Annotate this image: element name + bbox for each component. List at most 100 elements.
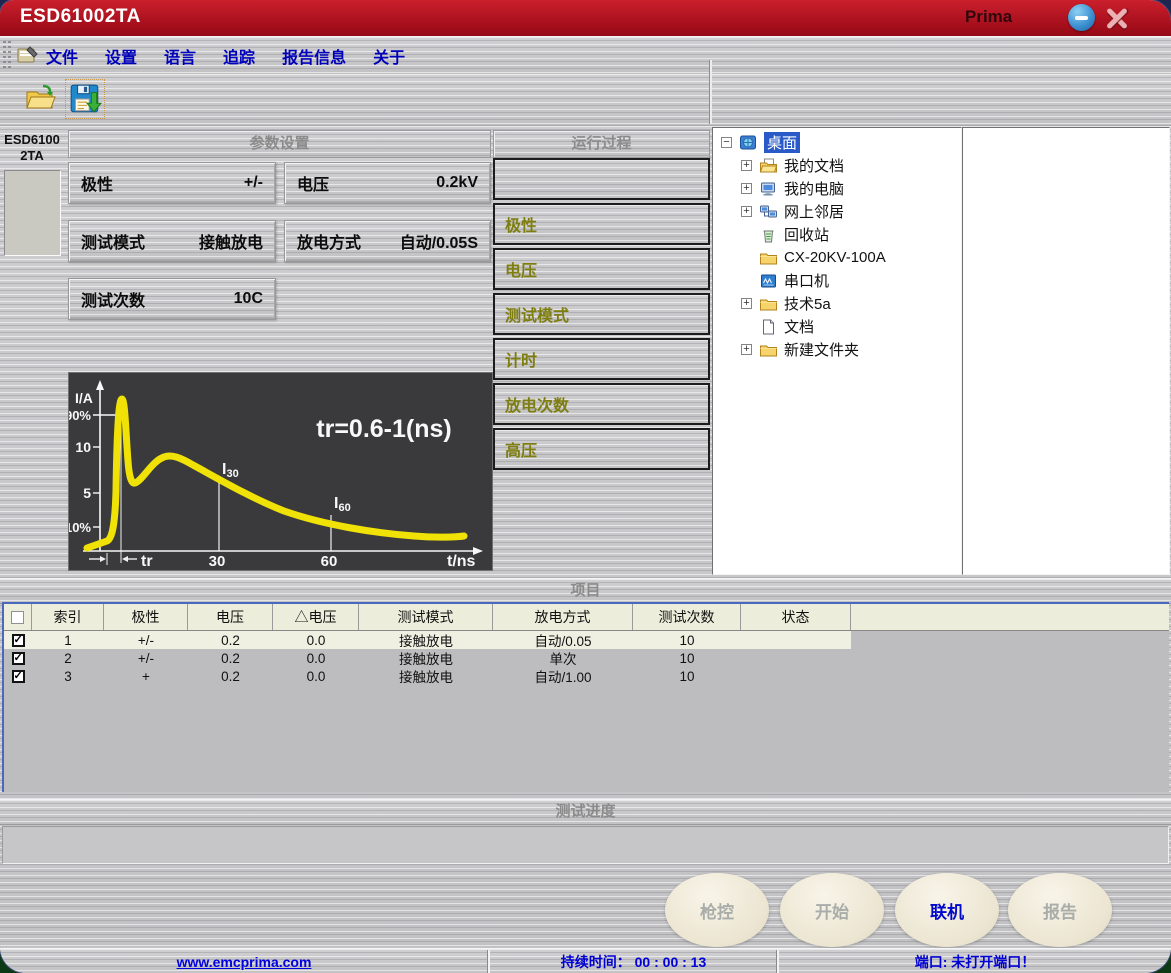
process-label: 测试模式	[505, 302, 569, 326]
process-panel-title: 运行过程	[493, 130, 710, 158]
xtick-30: 30	[209, 553, 226, 570]
save-file-button[interactable]	[66, 80, 104, 118]
status-port: 端口: 未打开端口！	[779, 949, 1171, 973]
process-box-1: 极性	[493, 203, 710, 245]
param-value: 0.2kV	[436, 174, 478, 192]
column-header-3: △电压	[273, 604, 359, 630]
items-section-title: 项目	[0, 578, 1171, 604]
table-body: ✓1+/-0.20.0接触放电自动/0.0510✓2+/-0.20.0接触放电单…	[4, 631, 1169, 685]
param-value: 接触放电	[199, 229, 263, 253]
app-window: ESD61002TA Prima 文件设置语言追踪报告信息关于	[0, 0, 1171, 973]
minimize-button[interactable]	[1068, 4, 1095, 31]
param-box-4[interactable]: 测试次数10C	[68, 278, 276, 320]
tree-item-8[interactable]: 文档	[713, 315, 961, 338]
table-cell: 接触放电	[359, 667, 493, 685]
table-row[interactable]: ✓1+/-0.20.0接触放电自动/0.0510	[4, 631, 1169, 649]
table-row[interactable]: ✓2+/-0.20.0接触放电单次10	[4, 649, 1169, 667]
column-header-4: 测试模式	[359, 604, 493, 630]
table-cell: 接触放电	[359, 631, 493, 649]
tree-item-label: 我的文档	[784, 155, 844, 176]
table-cell: 0.2	[188, 667, 273, 685]
tree-item-3[interactable]: +网上邻居	[713, 200, 961, 223]
tree-expander[interactable]: +	[741, 344, 752, 355]
table-cell: 0.2	[188, 631, 273, 649]
tree-item-0[interactable]: − 桌面	[713, 131, 961, 154]
table-cell: 10	[633, 667, 741, 685]
file-list-panel[interactable]	[962, 127, 1170, 575]
xtick-tr: tr	[141, 553, 153, 570]
table-row[interactable]: ✓3+0.20.0接触放电自动/1.0010	[4, 667, 1169, 685]
close-button[interactable]	[1102, 3, 1132, 33]
tree-item-2[interactable]: +我的电脑	[713, 177, 961, 200]
table-cell: 0.0	[273, 649, 359, 667]
action-button-row: 枪控开始联机报告	[0, 864, 1171, 948]
toolbar-grip[interactable]	[3, 41, 6, 70]
param-value: +/-	[244, 174, 263, 192]
param-box-2[interactable]: 测试模式 接触放电	[68, 220, 276, 262]
tree-item-4[interactable]: 回收站	[713, 223, 961, 246]
website-link[interactable]: www.emcprima.com	[177, 954, 312, 970]
param-value: 自动/0.05S	[400, 229, 478, 253]
row-checkbox[interactable]: ✓	[12, 634, 25, 647]
param-box-3[interactable]: 放电方式自动/0.05S	[284, 220, 491, 262]
status-duration: 持续时间： 00 : 00 : 13	[490, 949, 777, 973]
tree-item-7[interactable]: + 技术5a	[713, 292, 961, 315]
param-box-1[interactable]: 电压 0.2kV	[284, 162, 491, 204]
toolbar	[0, 74, 1171, 126]
app-icon	[16, 44, 40, 66]
process-box-2: 电压	[493, 248, 710, 290]
row-checkbox-cell: ✓	[4, 667, 32, 685]
ytick-5: 5	[83, 485, 91, 501]
document-icon	[759, 319, 778, 335]
param-value: 10C	[234, 290, 263, 308]
action-button-2[interactable]: 联机	[895, 873, 999, 947]
column-header-5: 放电方式	[493, 604, 633, 630]
tree-expander[interactable]: +	[741, 298, 752, 309]
menu-item-2[interactable]: 语言	[164, 44, 196, 68]
process-box-6: 高压	[493, 428, 710, 470]
table-cell: 0.0	[273, 631, 359, 649]
device-tab-panel[interactable]	[4, 170, 61, 256]
param-label: 测试模式	[81, 229, 145, 253]
tree-expander[interactable]: +	[741, 206, 752, 217]
action-button-0[interactable]: 枪控	[665, 873, 769, 947]
action-button-1[interactable]: 开始	[780, 873, 884, 947]
tree-item-6[interactable]: 串口机	[713, 269, 961, 292]
menu-item-4[interactable]: 报告信息	[282, 44, 346, 68]
desktop-icon	[739, 135, 758, 151]
tree-expander[interactable]: −	[721, 137, 732, 148]
param-label: 电压	[297, 171, 329, 195]
menu-item-0[interactable]: 文件	[46, 44, 78, 68]
waveform-chart: I/A 90% 10 5 10% tr 30 60 t/ns tr=0.6-1(…	[68, 372, 493, 571]
row-checkbox[interactable]: ✓	[12, 670, 25, 683]
tree-expander[interactable]: +	[741, 183, 752, 194]
tree-expander[interactable]: +	[741, 160, 752, 171]
chart-annotation: tr=0.6-1(ns)	[316, 415, 451, 443]
status-website: www.emcprima.com	[0, 949, 488, 973]
open-folder-icon	[24, 83, 58, 115]
action-button-3[interactable]: 报告	[1008, 873, 1112, 947]
tree-item-5[interactable]: CX-20KV-100A	[713, 246, 961, 269]
rebar-seam	[710, 60, 712, 124]
column-header-2: 电压	[188, 604, 273, 630]
tree-item-1[interactable]: + 我的文档	[713, 154, 961, 177]
header-checkbox[interactable]	[11, 611, 24, 624]
process-label: 放电次数	[505, 392, 569, 416]
header-checkbox-cell	[4, 604, 32, 630]
tree-item-label: 桌面	[764, 132, 800, 153]
table-cell: 0.2	[188, 649, 273, 667]
process-panel: 极性电压测试模式计时放电次数高压	[493, 158, 710, 473]
network-icon	[759, 204, 778, 220]
tree-item-label: 技术5a	[784, 293, 831, 314]
serial-device-icon	[759, 273, 778, 289]
menu-item-3[interactable]: 追踪	[223, 44, 255, 68]
row-checkbox[interactable]: ✓	[12, 652, 25, 665]
menu-item-5[interactable]: 关于	[373, 44, 405, 68]
row-filler	[851, 667, 1169, 685]
table-cell: 自动/0.05	[493, 631, 633, 649]
process-label: 电压	[505, 257, 537, 281]
tree-item-9[interactable]: +新建文件夹	[713, 338, 961, 361]
menu-item-1[interactable]: 设置	[105, 44, 137, 68]
param-box-0[interactable]: 极性+/-	[68, 162, 276, 204]
open-file-button[interactable]	[22, 80, 60, 118]
